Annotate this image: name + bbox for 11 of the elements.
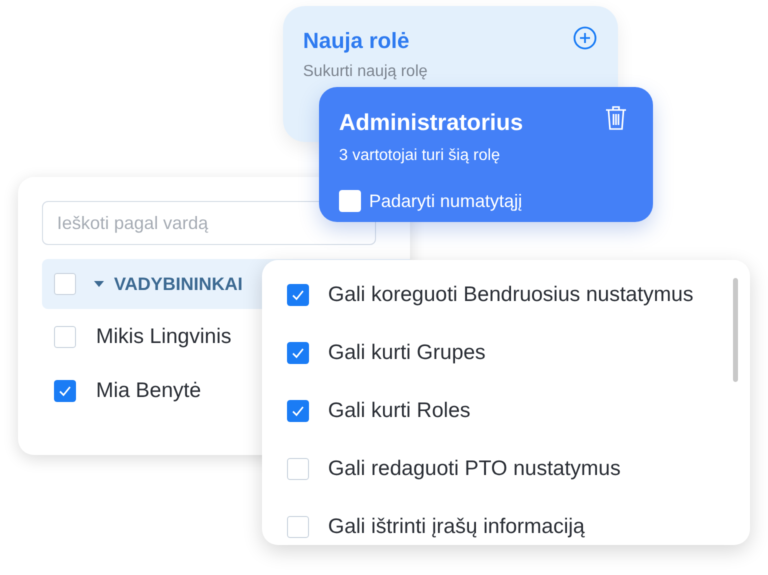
card-subtitle: 3 vartotojai turi šią rolę <box>339 146 501 166</box>
permission-label: Gali kurti Grupes <box>328 340 486 366</box>
permission-label: Gali redaguoti PTO nustatymus <box>328 456 621 482</box>
card-title: Administratorius <box>339 108 524 137</box>
permission-label: Gali ištrinti įrašų informaciją <box>328 514 585 540</box>
permission-label: Gali kurti Roles <box>328 398 470 424</box>
user-name: Mikis Lingvinis <box>96 324 232 350</box>
card-title: Nauja rolė <box>303 27 410 55</box>
user-name: Mia Benytė <box>96 378 202 404</box>
group-label: VADYBININKAI <box>114 272 243 296</box>
card-subtitle: Sukurti naują rolę <box>303 62 428 82</box>
